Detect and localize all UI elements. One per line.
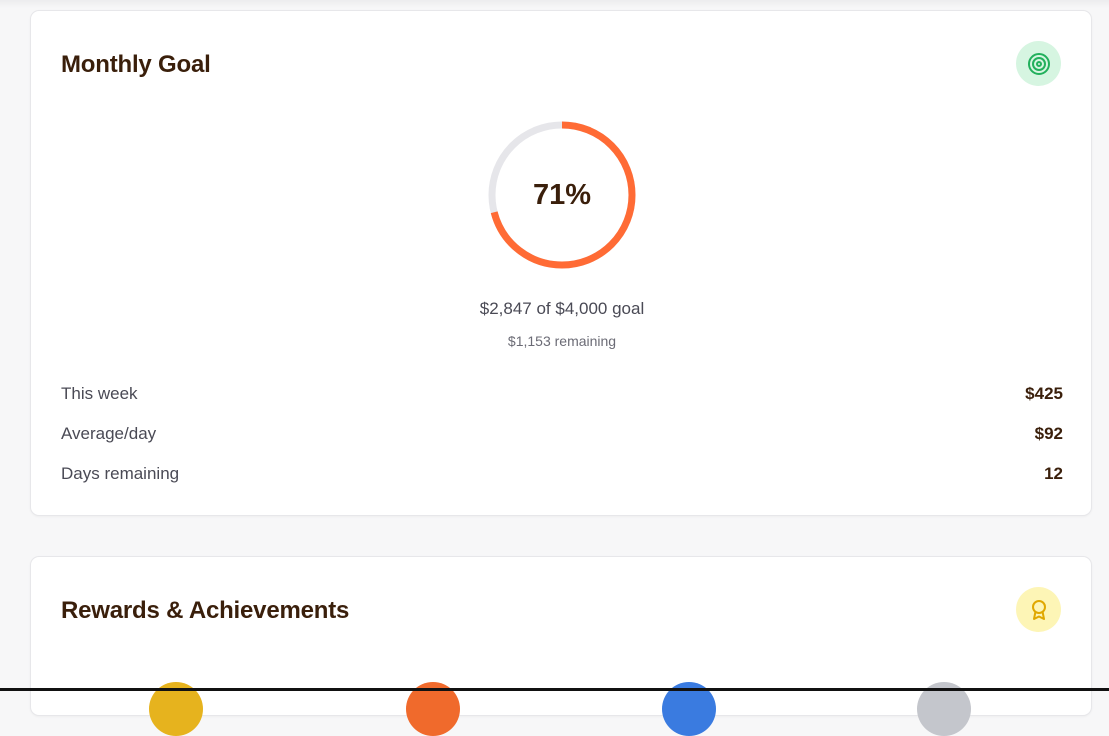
top-shadow (0, 0, 1109, 8)
goal-remaining: $1,153 remaining (507, 333, 617, 349)
goal-summary: $2,847 of $4,000 goal (479, 299, 645, 318)
stat-label: Average/day (61, 424, 157, 443)
stat-label: This week (61, 384, 138, 403)
target-icon (1016, 41, 1061, 86)
progress-percent: 71% (532, 178, 592, 211)
stat-row-average-day: Average/day $92 (61, 422, 1063, 446)
stat-row-days-remaining: Days remaining 12 (61, 462, 1063, 486)
stat-value: $425 (1025, 384, 1063, 403)
rewards-card: Rewards & Achievements (30, 556, 1092, 736)
award-ribbon-icon (1016, 587, 1061, 632)
monthly-goal-title: Monthly Goal (61, 51, 211, 78)
stat-row-this-week: This week $425 (61, 382, 1063, 406)
stat-value: $92 (1034, 424, 1063, 443)
stat-value: 12 (1044, 464, 1063, 483)
monthly-goal-card: Monthly Goal 71% $2,847 of $4,000 goal $… (30, 10, 1092, 516)
goal-progress-ring: 71% (486, 119, 638, 271)
rewards-title: Rewards & Achievements (61, 597, 350, 624)
stat-label: Days remaining (61, 464, 180, 483)
